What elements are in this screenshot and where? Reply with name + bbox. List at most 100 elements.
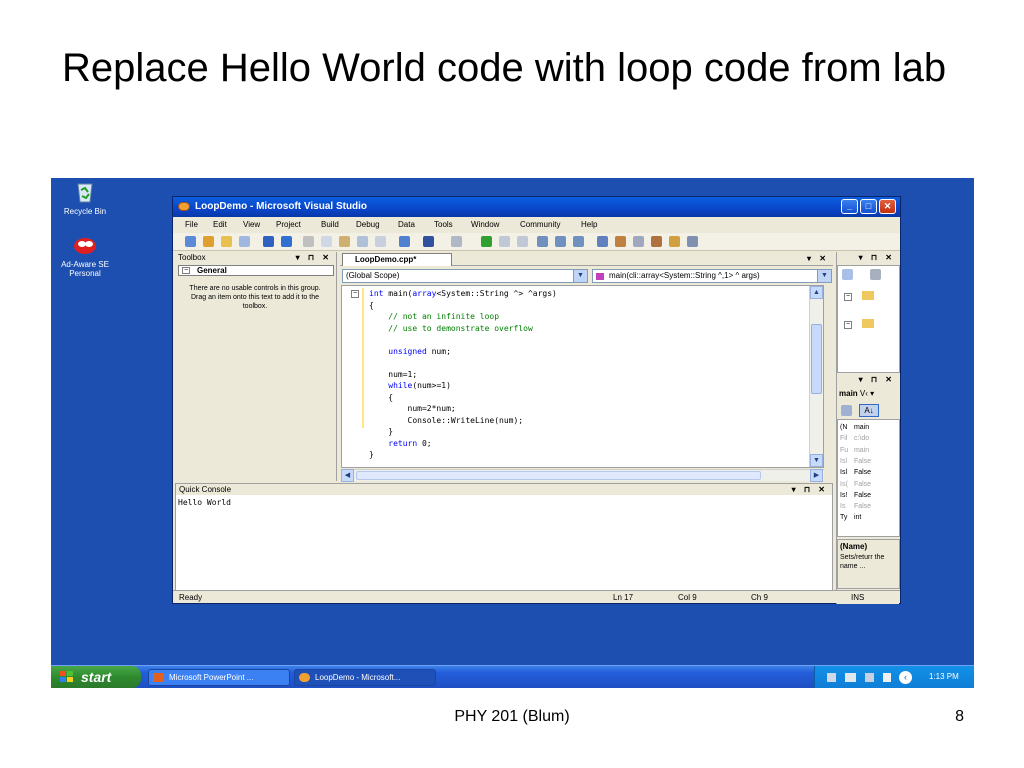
properties-button-icon[interactable]: [842, 269, 853, 280]
minimize-button[interactable]: _: [841, 199, 858, 214]
tray-wrench-icon[interactable]: [827, 673, 836, 682]
properties-pane-controls[interactable]: ▾ ⊓ ✕: [859, 374, 895, 386]
add-item-icon[interactable]: [203, 236, 214, 247]
refresh-icon[interactable]: [870, 269, 881, 280]
pause-icon[interactable]: [499, 236, 510, 247]
step-out-icon[interactable]: [573, 236, 584, 247]
start-debugging-icon[interactable]: [481, 236, 492, 247]
properties-object-selector[interactable]: main V‹ ▾: [839, 389, 874, 398]
scroll-right-icon[interactable]: ▶: [810, 469, 823, 482]
solution-explorer-tree[interactable]: − −: [837, 265, 900, 373]
quick-console-controls[interactable]: ▾ ⊓ ✕: [792, 484, 828, 496]
menu-project[interactable]: Project: [276, 217, 301, 232]
copy-icon[interactable]: [321, 236, 332, 247]
save-all-icon[interactable]: [281, 236, 292, 247]
toolbox-pane-controls[interactable]: ▾ ⊓ ✕: [296, 252, 332, 264]
toolbox-icon[interactable]: [651, 236, 662, 247]
object-browser-icon[interactable]: [633, 236, 644, 247]
menu-tools[interactable]: Tools: [434, 217, 453, 232]
window-titlebar[interactable]: LoopDemo - Microsoft Visual Studio _ □ ✕: [173, 197, 900, 217]
comment-icon[interactable]: [375, 236, 386, 247]
save-icon[interactable]: [263, 236, 274, 247]
solution-explorer-controls[interactable]: ▾ ⊓ ✕: [859, 252, 895, 264]
menu-help[interactable]: Help: [581, 217, 597, 232]
desktop-icon-ad-aware[interactable]: Ad-Aware SE Personal: [51, 233, 123, 278]
property-row[interactable]: Ty int: [840, 512, 861, 523]
function-dropdown[interactable]: main(cli::array<System::String ^,1> ^ ar…: [592, 269, 832, 283]
collapse-icon[interactable]: −: [844, 293, 852, 301]
tray-volume-icon[interactable]: [883, 673, 891, 682]
step-over-icon[interactable]: [555, 236, 566, 247]
menu-build[interactable]: Build: [321, 217, 339, 232]
menu-edit[interactable]: Edit: [213, 217, 227, 232]
property-row[interactable]: (N main: [840, 422, 869, 433]
desktop-icon-recycle-bin[interactable]: Recycle Bin: [51, 180, 123, 216]
code-line: }: [369, 449, 557, 461]
property-row[interactable]: Is! False: [840, 490, 871, 501]
code-keyword: int: [369, 289, 384, 298]
code-keyword: array: [412, 289, 437, 298]
start-page-icon[interactable]: [669, 236, 680, 247]
scope-dropdown[interactable]: (Global Scope) ▼: [342, 269, 588, 283]
more-tools-icon[interactable]: [687, 236, 698, 247]
vertical-scrollbar[interactable]: ▲ ▼: [809, 286, 823, 467]
collapse-icon[interactable]: −: [844, 321, 852, 329]
collapse-icon[interactable]: −: [182, 267, 190, 274]
menu-view[interactable]: View: [243, 217, 260, 232]
menu-community[interactable]: Community: [520, 217, 560, 232]
paste-icon[interactable]: [339, 236, 350, 247]
taskbar-item-powerpoint[interactable]: Microsoft PowerPoint ...: [148, 669, 290, 686]
menu-window[interactable]: Window: [471, 217, 499, 232]
step-into-icon[interactable]: [537, 236, 548, 247]
redo-icon[interactable]: [451, 236, 462, 247]
chevron-down-icon: ▼: [573, 270, 587, 282]
editor-pane-controls[interactable]: ▾ ✕: [807, 253, 829, 265]
open-file-icon[interactable]: [221, 236, 232, 247]
show-hidden-icons-icon[interactable]: ‹: [899, 671, 912, 684]
collapse-icon[interactable]: −: [351, 290, 359, 298]
horizontal-scrollbar[interactable]: ◀ ▶: [341, 469, 824, 482]
menu-file[interactable]: File: [185, 217, 198, 232]
console-output[interactable]: Hello World: [178, 498, 231, 508]
menu-debug[interactable]: Debug: [356, 217, 380, 232]
code-text-area[interactable]: − int main(array<System::String ^> ^args…: [341, 285, 824, 468]
scroll-down-icon[interactable]: ▼: [810, 454, 823, 467]
stop-icon[interactable]: [517, 236, 528, 247]
property-row[interactable]: Isl False: [840, 456, 871, 467]
scroll-left-icon[interactable]: ◀: [341, 469, 354, 482]
start-button[interactable]: start: [51, 666, 141, 688]
scroll-thumb[interactable]: [811, 324, 822, 394]
properties-icon[interactable]: [615, 236, 626, 247]
tab-loopdemo-cpp[interactable]: LoopDemo.cpp*: [342, 253, 452, 266]
cut-icon[interactable]: [303, 236, 314, 247]
find-icon[interactable]: [357, 236, 368, 247]
alphabetical-sort-icon[interactable]: A↓: [859, 404, 879, 417]
code-line: num=2*num;: [369, 403, 557, 415]
toolbox-header: Toolbox ▾ ⊓ ✕: [175, 252, 336, 264]
property-row[interactable]: Isl False: [840, 467, 871, 478]
new-project-icon[interactable]: [185, 236, 196, 247]
clock: 1:13 PM: [929, 672, 959, 681]
undo-icon[interactable]: [423, 236, 434, 247]
maximize-button[interactable]: □: [860, 199, 877, 214]
tray-help-icon[interactable]: [865, 673, 874, 682]
folder-icon: [862, 291, 874, 300]
status-line: Ln 17: [613, 593, 634, 602]
taskbar-item-visual-studio[interactable]: LoopDemo - Microsoft...: [294, 669, 436, 686]
navigate-icon[interactable]: [399, 236, 410, 247]
add-new-item-icon[interactable]: [239, 236, 250, 247]
menu-data[interactable]: Data: [398, 217, 415, 232]
tray-network-icon[interactable]: [845, 673, 856, 682]
properties-grid[interactable]: (N main Fil c:\do Fu main Isl False Isl Fals…: [837, 419, 900, 537]
property-row[interactable]: Fu main: [840, 445, 869, 456]
scroll-up-icon[interactable]: ▲: [810, 286, 823, 299]
property-row[interactable]: Is False: [840, 501, 871, 512]
toolbox-group-general[interactable]: − General: [178, 265, 334, 276]
property-row[interactable]: Fil c:\do: [840, 433, 869, 444]
code-text: int main(array<System::String ^> ^args){…: [369, 288, 557, 461]
close-button[interactable]: ✕: [879, 199, 896, 214]
categorized-icon[interactable]: [841, 405, 852, 416]
solution-explorer-icon[interactable]: [597, 236, 608, 247]
property-row[interactable]: Is( False: [840, 479, 871, 490]
scroll-thumb[interactable]: [356, 471, 761, 480]
